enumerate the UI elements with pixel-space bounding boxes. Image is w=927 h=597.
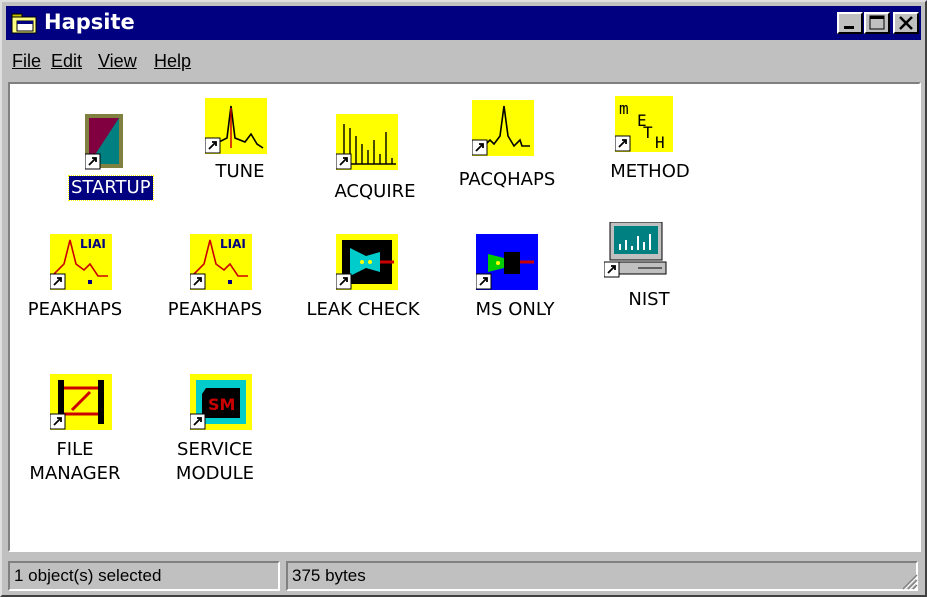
window-title: Hapsite (44, 10, 135, 34)
shortcut-acquire[interactable]: ACQUIRE (310, 114, 440, 214)
menu-edit[interactable]: Edit (51, 50, 82, 72)
shortcut-method[interactable]: m E T H METHOD (585, 96, 715, 196)
minimize-button[interactable] (837, 12, 863, 34)
shortcut-leak-check[interactable]: LEAK CHECK (298, 234, 428, 334)
menu-view[interactable]: View (98, 50, 137, 72)
status-bar: 1 object(s) selected 375 bytes (6, 558, 921, 593)
icon-label: METHOD (610, 161, 690, 182)
minimize-icon (844, 26, 854, 29)
startup-icon (85, 114, 123, 170)
icon-label: SERVICE MODULE (175, 439, 255, 484)
file-manager-icon (50, 374, 112, 430)
icon-label: PEAKHAPS (27, 299, 123, 320)
icon-label: NIST (628, 289, 670, 310)
leak-check-icon (336, 234, 398, 290)
icon-label: PACQHAPS (458, 169, 556, 190)
svg-text:LIAI: LIAI (220, 237, 246, 251)
shortcut-peakhaps-2[interactable]: LIAI PEAKHAPS (150, 234, 280, 334)
svg-text:m: m (619, 99, 629, 118)
icon-label: MS ONLY (475, 299, 555, 320)
icon-label: STARTUP (68, 175, 154, 201)
svg-text:SM: SM (208, 395, 235, 414)
acquire-icon (336, 114, 398, 170)
shortcut-startup[interactable]: STARTUP (40, 114, 170, 214)
icon-label: LEAK CHECK (306, 299, 420, 320)
icon-label: TUNE (215, 161, 265, 182)
folder-app-icon[interactable] (11, 11, 37, 35)
svg-text:H: H (655, 133, 665, 152)
close-button[interactable] (893, 12, 919, 34)
tune-icon (205, 98, 267, 154)
app-window: Hapsite File Edit View Help STARTUP TUNE… (0, 0, 927, 597)
icon-label: PEAKHAPS (167, 299, 263, 320)
svg-text:LIAI: LIAI (80, 237, 106, 251)
resize-grip-icon[interactable] (899, 571, 919, 591)
status-selection: 1 object(s) selected (8, 561, 280, 591)
menu-bar: File Edit View Help (6, 44, 921, 78)
menu-help[interactable]: Help (154, 50, 191, 72)
svg-text:T: T (643, 123, 653, 142)
shortcut-file-manager[interactable]: FILE MANAGER (10, 374, 140, 504)
pacqhaps-icon (472, 100, 534, 156)
maximize-button[interactable] (864, 12, 890, 34)
title-bar[interactable]: Hapsite (6, 6, 921, 40)
shortcut-ms-only[interactable]: MS ONLY (450, 234, 580, 334)
icon-label: FILE MANAGER (29, 439, 121, 484)
peakhaps-icon: LIAI (190, 234, 252, 290)
icon-label: ACQUIRE (334, 181, 416, 202)
menu-file[interactable]: File (12, 50, 41, 72)
file-list-pane[interactable]: STARTUP TUNE ACQUIRE PACQHAPS m E T H ME… (8, 82, 921, 552)
shortcut-peakhaps-1[interactable]: LIAI PEAKHAPS (10, 234, 140, 334)
peakhaps-icon: LIAI (50, 234, 112, 290)
close-icon (899, 16, 913, 30)
service-module-icon: SM (190, 374, 252, 430)
shortcut-pacqhaps[interactable]: PACQHAPS (442, 100, 572, 200)
ms-only-icon (476, 234, 538, 290)
shortcut-service-module[interactable]: SM SERVICE MODULE (150, 374, 280, 504)
maximize-icon (869, 15, 885, 30)
status-size: 375 bytes (286, 561, 918, 591)
shortcut-nist[interactable]: NIST (584, 222, 714, 322)
method-icon: m E T H (615, 96, 673, 152)
shortcut-tune[interactable]: TUNE (175, 98, 305, 198)
nist-computer-icon (604, 222, 667, 278)
